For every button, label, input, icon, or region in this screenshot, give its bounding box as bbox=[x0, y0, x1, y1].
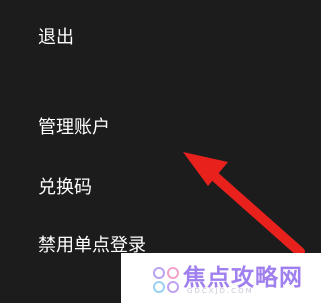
account-menu-screen: 退出 管理账户 兑换码 禁用单点登录 焦点攻略网 GDCXJD.COM bbox=[0, 0, 321, 303]
watermark-logo-icon bbox=[153, 267, 179, 293]
watermark-url: GDCXJD.COM bbox=[187, 287, 254, 295]
watermark: 焦点攻略网 GDCXJD.COM bbox=[121, 253, 321, 303]
menu-item-manage-account[interactable]: 管理账户 bbox=[38, 117, 110, 139]
menu-item-redeem-code[interactable]: 兑换码 bbox=[38, 177, 92, 199]
menu-item-exit[interactable]: 退出 bbox=[38, 27, 74, 49]
